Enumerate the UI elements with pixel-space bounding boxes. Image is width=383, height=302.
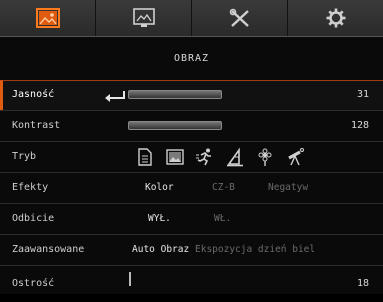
- effects-option-negative[interactable]: Negatyw: [268, 173, 308, 203]
- triangle-ruler-icon[interactable]: [225, 147, 245, 167]
- telescope-icon[interactable]: [285, 147, 305, 167]
- effects-option-color[interactable]: Kolor: [145, 173, 174, 203]
- row-effects[interactable]: Efekty Kolor CZ-B Negatyw: [0, 173, 383, 203]
- tab-settings[interactable]: [288, 0, 383, 36]
- tab-image[interactable]: [0, 0, 96, 36]
- row-mirror[interactable]: Odbicie WYŁ. WŁ.: [0, 204, 383, 234]
- row-focus[interactable]: Ostrość 18: [0, 266, 383, 294]
- effects-label: Efekty: [12, 182, 49, 193]
- mode-icons: [135, 147, 305, 167]
- brightness-slider[interactable]: [128, 90, 222, 99]
- row-contrast[interactable]: Kontrast 128: [0, 111, 383, 141]
- mode-label: Tryb: [12, 151, 37, 162]
- gear-icon: [326, 8, 345, 28]
- advanced-option-auto[interactable]: Auto Obraz: [132, 235, 189, 265]
- tab-tools[interactable]: [192, 0, 288, 36]
- brightness-label: Jasność: [12, 89, 55, 100]
- tab-display[interactable]: [96, 0, 192, 36]
- image-icon[interactable]: [165, 147, 185, 167]
- advanced-label: Zaawansowane: [12, 244, 85, 255]
- advanced-option-exposure[interactable]: Ekspozycja dzień biel: [195, 235, 315, 265]
- brightness-value: 31: [356, 89, 369, 100]
- mirror-label: Odbicie: [12, 213, 55, 224]
- contrast-label: Kontrast: [12, 120, 61, 131]
- row-mode[interactable]: Tryb: [0, 142, 383, 172]
- focus-label: Ostrość: [12, 278, 55, 289]
- mirror-option-off[interactable]: WYŁ.: [148, 204, 171, 234]
- document-icon[interactable]: [135, 147, 155, 167]
- section-title: OBRAZ: [173, 53, 210, 64]
- settings-menu: OBRAZ Jasność 31 Kontrast 128 Tryb Efekt…: [0, 0, 383, 294]
- display-icon: [132, 8, 155, 27]
- effects-option-bw[interactable]: CZ-B: [212, 173, 235, 203]
- enter-icon: [105, 91, 125, 102]
- contrast-value: 128: [350, 120, 369, 131]
- flower-icon[interactable]: [255, 147, 275, 167]
- tab-bar: [0, 0, 383, 37]
- row-brightness[interactable]: Jasność 31: [0, 80, 383, 110]
- running-icon[interactable]: [195, 147, 215, 167]
- mirror-option-on[interactable]: WŁ.: [214, 204, 231, 234]
- contrast-slider[interactable]: [128, 121, 222, 130]
- focus-value: 18: [356, 278, 369, 289]
- focus-slider[interactable]: [129, 272, 131, 286]
- row-advanced[interactable]: Zaawansowane Auto Obraz Ekspozycja dzień…: [0, 235, 383, 265]
- tools-icon: [229, 8, 249, 27]
- image-icon: [35, 8, 60, 28]
